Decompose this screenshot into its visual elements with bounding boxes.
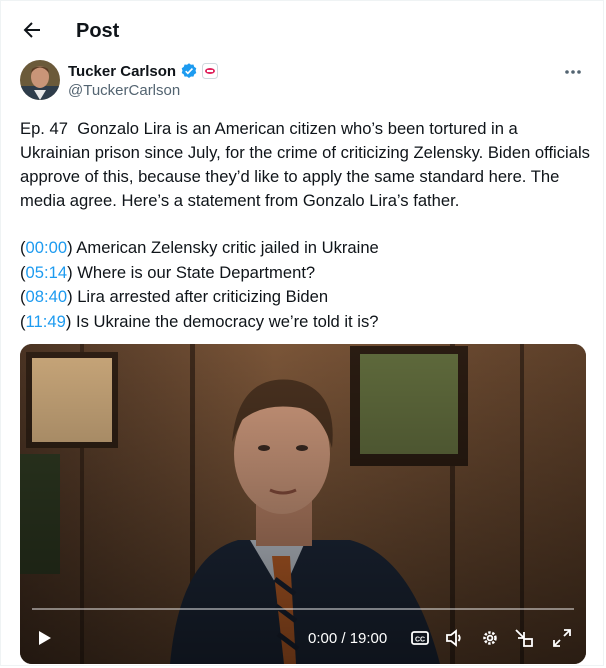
more-dots-icon[interactable] (562, 62, 584, 82)
chapter-timestamp-link[interactable]: 05:14 (26, 263, 68, 282)
chapter-item: (00:00) American Zelensky critic jailed … (20, 238, 379, 257)
author-name-row: Tucker Carlson (68, 62, 219, 80)
chapter-title: Where is our State Department? (77, 262, 316, 282)
page-header: Post (0, 0, 606, 62)
author-name[interactable]: Tucker Carlson (68, 63, 176, 80)
video-progress-bar[interactable] (32, 608, 574, 610)
chapter-item: (08:40) Lira arrested after criticizing … (20, 287, 329, 306)
captions-icon[interactable]: CC (410, 628, 430, 648)
chapter-item: (11:49) Is Ukraine the democracy we’re t… (20, 311, 379, 331)
video-time-display: 0:00 / 19:00 (308, 630, 388, 647)
volume-icon[interactable] (444, 628, 464, 648)
video-player[interactable]: 0:00 / 19:00 CC (20, 344, 586, 664)
play-icon[interactable] (34, 628, 54, 648)
svg-text:CC: CC (415, 637, 425, 644)
page-title: Post (76, 20, 120, 42)
avatar[interactable] (20, 60, 60, 100)
chapter-list: (00:00) American Zelensky critic jailed … (20, 236, 592, 334)
affiliate-badge-icon[interactable] (202, 63, 219, 79)
author-handle[interactable]: @TuckerCarlson (68, 82, 180, 99)
arrow-left-icon[interactable] (20, 18, 44, 42)
tweet-text: Ep. 47 Gonzalo Lira is an American citiz… (20, 119, 595, 210)
gear-icon[interactable] (480, 628, 500, 648)
chapter-title: Lira arrested after criticizing Biden (77, 287, 329, 306)
fullscreen-icon[interactable] (552, 628, 572, 648)
chapter-title: American Zelensky critic jailed in Ukrai… (76, 238, 379, 257)
video-controls: 0:00 / 19:00 CC (20, 620, 586, 656)
picture-in-picture-icon[interactable] (514, 628, 534, 648)
chapter-title: Is Ukraine the democracy we’re told it i… (75, 311, 379, 331)
chapter-timestamp-link[interactable]: 11:49 (26, 312, 66, 331)
chapter-item: (05:14) Where is our State Department? (20, 262, 316, 282)
verified-badge-icon (181, 63, 197, 78)
chapter-timestamp-link[interactable]: 00:00 (26, 238, 68, 257)
chapter-timestamp-link[interactable]: 08:40 (26, 287, 68, 306)
video-frame (20, 344, 586, 664)
author-row: Tucker Carlson @TuckerCarlson (20, 60, 590, 104)
